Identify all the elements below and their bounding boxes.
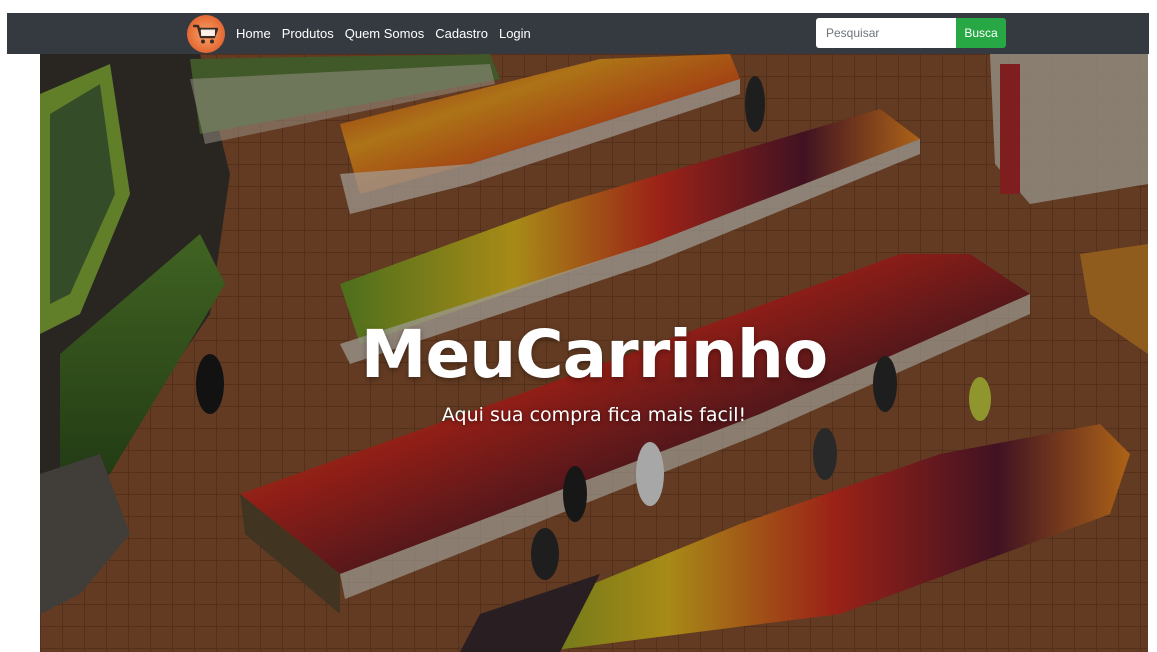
hero-title: MeuCarrinho bbox=[360, 316, 828, 393]
nav-link-produtos[interactable]: Produtos bbox=[282, 26, 334, 41]
nav-link-home[interactable]: Home bbox=[236, 26, 271, 41]
nav-link-login[interactable]: Login bbox=[499, 26, 531, 41]
search-button[interactable]: Busca bbox=[956, 18, 1006, 48]
search-input[interactable] bbox=[816, 18, 956, 48]
hero-banner: MeuCarrinho Aqui sua compra fica mais fa… bbox=[40, 54, 1148, 652]
nav-links: Home Produtos Quem Somos Cadastro Login bbox=[236, 13, 531, 54]
navbar: Home Produtos Quem Somos Cadastro Login … bbox=[7, 13, 1149, 54]
nav-link-quem-somos[interactable]: Quem Somos bbox=[345, 26, 424, 41]
hero-subtitle: Aqui sua compra fica mais facil! bbox=[441, 404, 747, 426]
shopping-cart-icon bbox=[193, 24, 219, 44]
page: Home Produtos Quem Somos Cadastro Login … bbox=[0, 0, 1157, 652]
search-form: Busca bbox=[816, 18, 1006, 48]
nav-link-cadastro[interactable]: Cadastro bbox=[435, 26, 488, 41]
brand-logo[interactable] bbox=[187, 15, 225, 53]
